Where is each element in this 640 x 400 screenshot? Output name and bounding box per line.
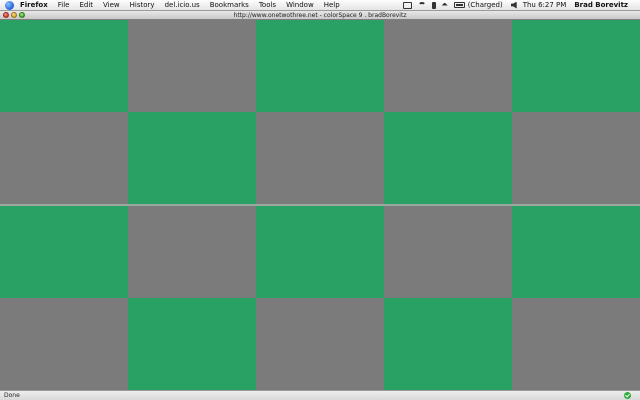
menu-view[interactable]: View — [103, 0, 120, 11]
grid-cell-gray — [128, 20, 256, 112]
menu-help[interactable]: Help — [324, 0, 340, 11]
grid-cell-green — [256, 20, 384, 112]
display-icon[interactable] — [402, 1, 412, 9]
grid-cell-gray — [256, 112, 384, 204]
grid-cell-gray — [384, 20, 512, 112]
zoom-window-button[interactable] — [19, 12, 25, 18]
grid-cell-green — [128, 298, 256, 390]
window-titlebar[interactable]: http://www.onetwothree.net - colorSpace … — [0, 11, 640, 20]
grid-cell-gray — [384, 206, 512, 298]
menubar-user[interactable]: Brad Borevitz — [574, 0, 628, 11]
grid-cell-green — [384, 112, 512, 204]
grid-cell-green — [384, 298, 512, 390]
menu-bookmarks[interactable]: Bookmarks — [210, 0, 249, 11]
security-ok-icon — [624, 392, 631, 399]
menu-edit[interactable]: Edit — [79, 0, 93, 11]
grid-cell-green — [0, 20, 128, 112]
apple-menu-icon[interactable] — [5, 0, 14, 10]
grid-row — [0, 20, 640, 112]
grid-cell-gray — [0, 112, 128, 204]
window-title: http://www.onetwothree.net - colorSpace … — [233, 12, 407, 19]
battery-status[interactable]: (Charged) — [468, 0, 503, 11]
eject-icon[interactable] — [441, 2, 448, 6]
wifi-icon[interactable] — [417, 2, 426, 8]
status-text: Done — [4, 392, 20, 399]
grid-row — [0, 206, 640, 298]
menu-file[interactable]: File — [58, 0, 70, 11]
menu-delicious[interactable]: del.icio.us — [165, 0, 200, 11]
grid-cell-green — [256, 206, 384, 298]
grid-cell-green — [512, 206, 640, 298]
window-controls — [3, 12, 27, 18]
browser-statusbar: Done — [0, 390, 640, 400]
grid-cell-green — [0, 206, 128, 298]
grid-row — [0, 112, 640, 204]
grid-cell-green — [128, 112, 256, 204]
grid-cell-green — [512, 20, 640, 112]
battery-icon[interactable] — [453, 2, 465, 8]
menu-history[interactable]: History — [130, 0, 155, 11]
menubar-status-area: (Charged) Thu 6:27 PM Brad Borevitz — [402, 0, 640, 11]
menu-window[interactable]: Window — [286, 0, 314, 11]
grid-cell-gray — [512, 112, 640, 204]
menubar: Firefox File Edit View History del.icio.… — [0, 0, 640, 11]
menu-tools[interactable]: Tools — [259, 0, 276, 11]
grid-cell-gray — [512, 298, 640, 390]
grid-cell-gray — [0, 298, 128, 390]
bluetooth-icon[interactable] — [431, 1, 436, 9]
grid-cell-gray — [256, 298, 384, 390]
minimize-window-button[interactable] — [11, 12, 17, 18]
grid-cell-gray — [128, 206, 256, 298]
close-window-button[interactable] — [3, 12, 9, 18]
grid-row — [0, 298, 640, 390]
page-content — [0, 20, 640, 390]
volume-icon[interactable] — [510, 1, 517, 9]
menu-firefox[interactable]: Firefox — [20, 0, 48, 11]
menubar-clock[interactable]: Thu 6:27 PM — [523, 0, 567, 11]
